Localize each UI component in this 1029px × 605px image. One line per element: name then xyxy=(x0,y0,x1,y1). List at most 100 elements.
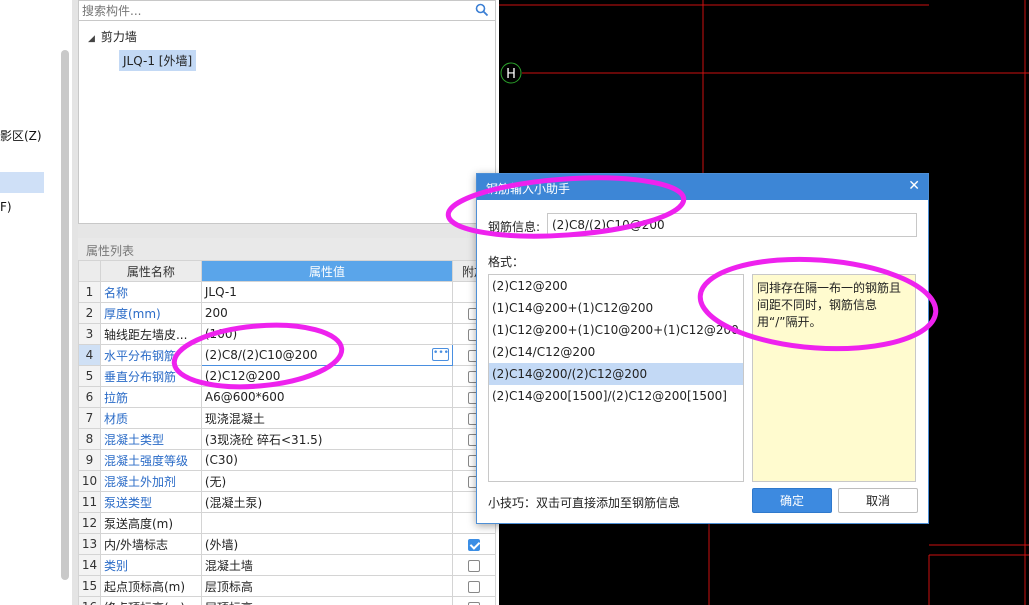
table-row[interactable]: 3 轴线距左墙皮... (100) xyxy=(78,323,496,345)
table-row[interactable]: 5 垂直分布钢筋 (2)C12@200 xyxy=(78,365,496,387)
property-name: 轴线距左墙皮... xyxy=(99,323,202,345)
row-number: 4 xyxy=(78,344,101,366)
property-name: 混凝土类型 xyxy=(99,428,202,450)
row-number: 7 xyxy=(78,407,101,429)
extra-checkbox-checked[interactable] xyxy=(468,538,481,551)
row-number: 11 xyxy=(78,491,101,513)
property-name: 终点顶标高(m) xyxy=(99,596,202,605)
column-header-value: 属性值 xyxy=(200,260,454,282)
row-number: 1 xyxy=(78,281,101,303)
rebar-info-input[interactable] xyxy=(547,213,917,237)
property-value[interactable]: JLQ-1 xyxy=(200,281,454,303)
table-row[interactable]: 14 类别 混凝土墙 xyxy=(78,554,496,576)
property-name: 材质 xyxy=(99,407,202,429)
property-name: 拉筋 xyxy=(99,386,202,408)
format-label: 格式： xyxy=(488,255,525,269)
property-value-editing[interactable]: (2)C8/(2)C10@200 ••• xyxy=(200,344,454,366)
table-row[interactable]: 15 起点顶标高(m) 层顶标高 xyxy=(78,575,496,597)
ok-button[interactable]: 确定 xyxy=(752,488,832,513)
table-row[interactable]: 2 厚度(mm) 200 xyxy=(78,302,496,324)
property-value[interactable]: 混凝土墙 xyxy=(200,554,454,576)
tip-text: 小技巧：双击可直接添加至钢筋信息 xyxy=(488,496,681,510)
table-row-selected[interactable]: 4 水平分布钢筋 (2)C8/(2)C10@200 ••• xyxy=(78,344,496,366)
close-icon[interactable]: ✕ xyxy=(908,178,920,194)
property-value[interactable]: (外墙) xyxy=(200,533,454,555)
tree-node-shear-wall[interactable]: ◢ 剪力墙 xyxy=(88,28,137,45)
property-name: 厚度(mm) xyxy=(99,302,202,324)
table-row[interactable]: 16 终点顶标高(m) 层顶标高 xyxy=(78,596,496,605)
property-name: 起点顶标高(m) xyxy=(99,575,202,597)
property-value[interactable]: (100) xyxy=(200,323,454,345)
row-number: 6 xyxy=(78,386,101,408)
row-number: 12 xyxy=(78,512,101,534)
rebar-input-dialog: 钢筋输入小助手 ✕ 钢筋信息: 格式： (2)C12@200 (1)C14@20… xyxy=(476,173,929,524)
format-list: (2)C12@200 (1)C14@200+(1)C12@200 (1)C12@… xyxy=(488,274,744,482)
list-item[interactable]: (2)C14@200[1500]/(2)C12@200[1500] xyxy=(489,385,743,407)
property-name: 混凝土强度等级 xyxy=(99,449,202,471)
row-number: 10 xyxy=(78,470,101,492)
property-name: 垂直分布钢筋 xyxy=(99,365,202,387)
list-item[interactable]: (1)C14@200+(1)C12@200 xyxy=(489,297,743,319)
sidebar-item-f[interactable]: F) xyxy=(0,200,12,214)
sidebar-item-shadow-zone[interactable]: 影区(Z) xyxy=(0,127,42,144)
dialog-title: 钢筋输入小助手 xyxy=(486,182,571,196)
component-tree-panel: ◢ 剪力墙 JLQ-1 [外墙] xyxy=(78,0,496,224)
sidebar-selected-item[interactable] xyxy=(0,172,44,193)
table-row[interactable]: 1 名称 JLQ-1 xyxy=(78,281,496,303)
property-value[interactable] xyxy=(200,512,454,534)
property-panel: 属性列表 属性名称 属性值 附加 1 名称 JLQ-1 2 厚度(mm) 200 xyxy=(78,238,496,605)
table-row[interactable]: 7 材质 现浇混凝土 xyxy=(78,407,496,429)
row-number: 5 xyxy=(78,365,101,387)
table-row[interactable]: 9 混凝土强度等级 (C30) xyxy=(78,449,496,471)
sidebar-scrollbar[interactable] xyxy=(61,50,69,580)
extra-checkbox[interactable] xyxy=(468,580,481,593)
property-value[interactable]: (2)C12@200 xyxy=(200,365,454,387)
row-number: 13 xyxy=(78,533,101,555)
table-row[interactable]: 13 内/外墙标志 (外墙) xyxy=(78,533,496,555)
property-value[interactable]: (无) xyxy=(200,470,454,492)
rebar-info-label: 钢筋信息: xyxy=(488,220,541,234)
column-header-name: 属性名称 xyxy=(99,260,202,282)
row-number: 9 xyxy=(78,449,101,471)
dialog-titlebar[interactable]: 钢筋输入小助手 ✕ xyxy=(477,174,928,200)
hint-box: 同排存在隔一布一的钢筋且间距不同时，钢筋信息用“/”隔开。 xyxy=(752,274,916,482)
property-value[interactable]: 层顶标高 xyxy=(200,596,454,605)
property-panel-title: 属性列表 xyxy=(78,238,496,260)
list-item[interactable]: (2)C12@200 xyxy=(489,275,743,297)
property-value[interactable]: (C30) xyxy=(200,449,454,471)
property-name: 泵送类型 xyxy=(99,491,202,513)
panel-splitter[interactable] xyxy=(78,224,496,238)
column-header-index xyxy=(78,260,101,282)
extra-checkbox[interactable] xyxy=(468,559,481,572)
list-item[interactable]: (2)C14/C12@200 xyxy=(489,341,743,363)
property-value[interactable]: (混凝土泵) xyxy=(200,491,454,513)
property-name: 混凝土外加剂 xyxy=(99,470,202,492)
extra-checkbox[interactable] xyxy=(468,601,481,605)
property-value[interactable]: 200 xyxy=(200,302,454,324)
search-box xyxy=(79,1,495,21)
property-value-text[interactable]: (2)C8/(2)C10@200 xyxy=(205,348,318,362)
list-item[interactable]: (1)C12@200+(1)C10@200+(1)C12@200 xyxy=(489,319,743,341)
ellipsis-button[interactable]: ••• xyxy=(432,348,450,361)
left-sidebar: 影区(Z) F) xyxy=(0,0,60,605)
search-input[interactable] xyxy=(79,1,459,20)
search-icon[interactable] xyxy=(475,3,489,17)
table-row[interactable]: 8 混凝土类型 (3现浇砼 碎石<31.5) xyxy=(78,428,496,450)
property-value[interactable]: A6@600*600 xyxy=(200,386,454,408)
property-value[interactable]: (3现浇砼 碎石<31.5) xyxy=(200,428,454,450)
list-item-selected[interactable]: (2)C14@200/(2)C12@200 xyxy=(489,363,743,385)
property-name: 泵送高度(m) xyxy=(99,512,202,534)
table-row[interactable]: 10 混凝土外加剂 (无) xyxy=(78,470,496,492)
table-row[interactable]: 6 拉筋 A6@600*600 xyxy=(78,386,496,408)
tree-node-jlq-1[interactable]: JLQ-1 [外墙] xyxy=(119,50,197,71)
property-value[interactable]: 层顶标高 xyxy=(200,575,454,597)
cancel-button[interactable]: 取消 xyxy=(838,488,918,513)
row-number: 15 xyxy=(78,575,101,597)
row-number: 14 xyxy=(78,554,101,576)
property-value[interactable]: 现浇混凝土 xyxy=(200,407,454,429)
table-row[interactable]: 11 泵送类型 (混凝土泵) xyxy=(78,491,496,513)
row-number: 3 xyxy=(78,323,101,345)
collapse-arrow-icon[interactable]: ◢ xyxy=(88,34,95,44)
property-name: 类别 xyxy=(99,554,202,576)
table-row[interactable]: 12 泵送高度(m) xyxy=(78,512,496,534)
